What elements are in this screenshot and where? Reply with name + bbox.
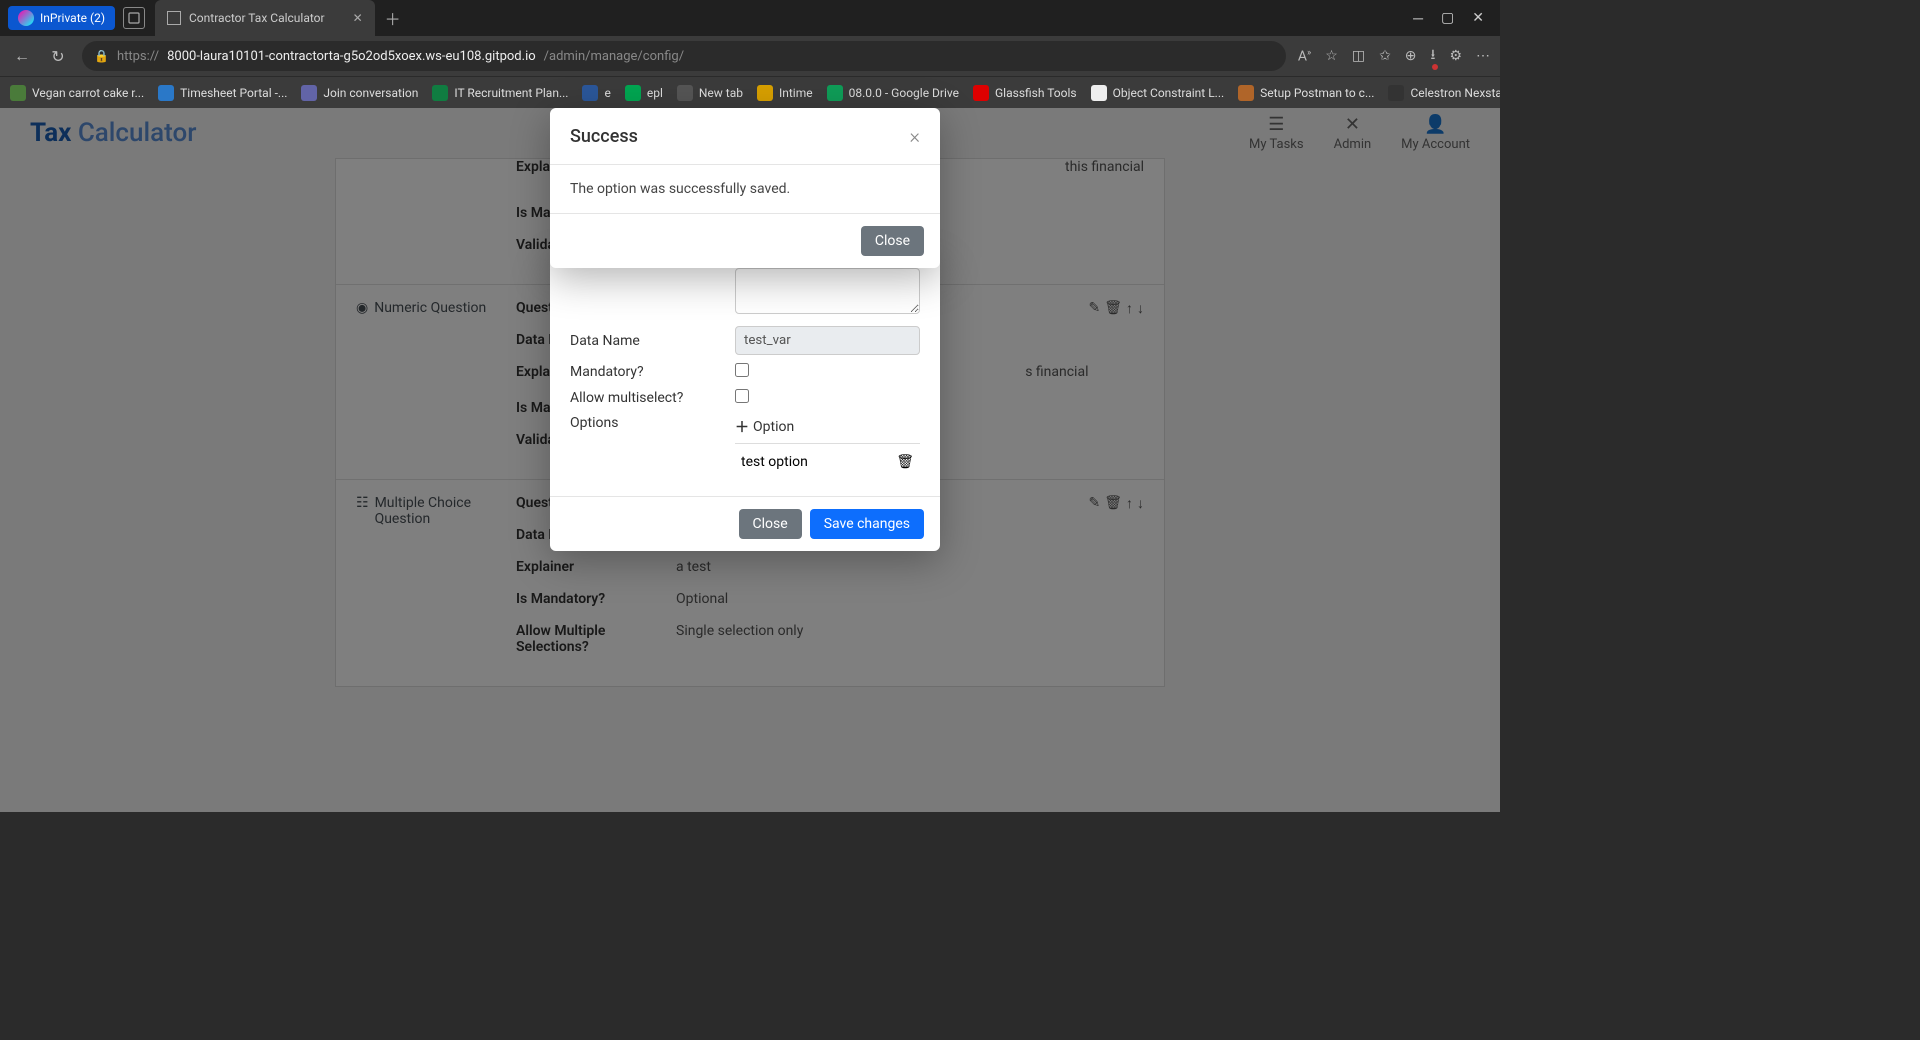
favorite-star-icon[interactable]: ☆ [1325,48,1338,64]
favorites-icon[interactable]: ✩ [1379,48,1391,64]
bookmark-item[interactable]: Vegan carrot cake r... [10,85,144,101]
tab-actions-icon[interactable] [123,7,145,29]
collections-icon[interactable]: ⊕ [1405,48,1417,64]
bookmark-label: 08.0.0 - Google Drive [849,86,959,100]
save-changes-button[interactable]: Save changes [810,509,924,539]
address-bar: ← ↻ 🔒 https:// 8000-laura10101-contractor… [0,36,1500,76]
modal-footer: Close Save changes [550,496,940,551]
bookmark-favicon-icon [1388,85,1404,101]
bookmark-favicon-icon [582,85,598,101]
bookmark-label: Vegan carrot cake r... [32,86,144,100]
bookmark-item[interactable]: 08.0.0 - Google Drive [827,85,959,101]
bookmark-label: Setup Postman to c... [1260,86,1374,100]
modal-header: Success × [550,108,940,165]
multiselect-checkbox[interactable] [735,389,749,403]
form-label-data-name: Data Name [570,333,735,349]
success-message: The option was successfully saved. [570,181,790,197]
minimize-icon[interactable]: ─ [1413,10,1423,27]
page-favicon-icon [167,11,181,25]
bookmark-favicon-icon [301,85,317,101]
inprivate-badge[interactable]: InPrivate (2) [8,6,115,30]
tab-close-icon[interactable]: ✕ [353,11,363,25]
window-controls: ─ ▢ ✕ [1413,10,1500,27]
reader-a-icon[interactable]: A» [1298,48,1311,65]
bookmark-label: epl [647,86,663,100]
bookmark-favicon-icon [625,85,641,101]
mandatory-checkbox[interactable] [735,363,749,377]
maximize-icon[interactable]: ▢ [1441,10,1454,27]
inprivate-label: InPrivate (2) [40,11,105,25]
edit-question-modal: Data Name Mandatory? Allow multiselect? … [550,256,940,551]
bookmark-favicon-icon [1238,85,1254,101]
bookmark-item[interactable]: IT Recruitment Plan... [432,85,568,101]
bookmark-item[interactable]: Object Constraint L... [1091,85,1225,101]
bookmark-label: Object Constraint L... [1113,86,1225,100]
bookmark-item[interactable]: Intime [757,85,813,101]
modal-title: Success [570,126,638,147]
bookmark-item[interactable]: e [582,85,610,101]
bookmark-item[interactable]: epl [625,85,663,101]
close-button[interactable]: Close [739,509,802,539]
bookmark-label: Timesheet Portal -... [180,86,287,100]
plus-icon: ＋ [735,417,749,437]
option-row: test option 🗑 [735,444,920,470]
bookmark-item[interactable]: Join conversation [301,85,418,101]
explainer-textarea[interactable] [735,268,920,314]
lock-icon: 🔒 [94,49,109,63]
more-icon[interactable]: ⋯ [1476,48,1490,64]
delete-option-icon[interactable]: 🗑 [896,454,914,470]
form-label-options: Options [570,415,735,431]
bookmark-favicon-icon [1091,85,1107,101]
close-button[interactable]: Close [861,226,924,256]
url-input[interactable]: 🔒 https:// 8000-laura10101-contractorta-g… [82,41,1286,71]
bookmark-item[interactable]: Glassfish Tools [973,85,1077,101]
form-label-multiselect: Allow multiselect? [570,390,735,406]
page-content: Tax Calculator ☰My Tasks ✕Admin 👤My Acco… [0,108,1500,812]
modal-footer: Close [550,213,940,268]
bookmark-label: Celestron Nexstar E... [1410,86,1500,100]
bookmark-label: Intime [779,86,813,100]
back-icon[interactable]: ← [10,46,34,66]
browser-titlebar: InPrivate (2) Contractor Tax Calculator … [0,0,1500,36]
add-option-button[interactable]: ＋ Option [735,415,920,444]
bookmarks-bar: Vegan carrot cake r... Timesheet Portal -… [0,76,1500,108]
url-scheme: https:// [117,49,159,64]
bookmark-favicon-icon [827,85,843,101]
close-icon[interactable]: × [910,124,920,148]
bookmark-favicon-icon [10,85,26,101]
extensions-icon[interactable]: ⚙ [1449,48,1462,64]
refresh-icon[interactable]: ↻ [46,47,70,66]
bookmark-favicon-icon [677,85,693,101]
form-label-mandatory: Mandatory? [570,364,735,380]
bookmark-label: IT Recruitment Plan... [454,86,568,100]
bookmark-item[interactable]: Celestron Nexstar E... [1388,85,1500,101]
bookmark-label: New tab [699,86,743,100]
bookmark-item[interactable]: New tab [677,85,743,101]
close-window-icon[interactable]: ✕ [1472,10,1484,27]
data-name-input[interactable] [735,326,920,355]
bookmark-item[interactable]: Timesheet Portal -... [158,85,287,101]
bookmark-favicon-icon [432,85,448,101]
bookmark-label: Glassfish Tools [995,86,1077,100]
success-modal: Success × The option was successfully sa… [550,108,940,268]
split-screen-icon[interactable]: ◫ [1352,48,1365,64]
bookmark-item[interactable]: Setup Postman to c... [1238,85,1374,101]
url-path: /admin/manage/config/ [544,49,684,64]
bookmark-favicon-icon [973,85,989,101]
modal-body: The option was successfully saved. [550,165,940,213]
tab-title: Contractor Tax Calculator [189,11,325,25]
new-tab-button[interactable]: ＋ [385,6,401,30]
bookmark-favicon-icon [757,85,773,101]
bookmark-label: e [604,86,610,100]
downloads-icon[interactable]: ⭳ [1431,44,1436,68]
browser-tab-active[interactable]: Contractor Tax Calculator ✕ [155,0,375,36]
url-host: 8000-laura10101-contractorta-g5o2od5xoex… [167,49,536,64]
profile-avatar-icon [18,10,34,26]
bookmark-favicon-icon [158,85,174,101]
option-label: test option [741,454,896,470]
bookmark-label: Join conversation [323,86,418,100]
